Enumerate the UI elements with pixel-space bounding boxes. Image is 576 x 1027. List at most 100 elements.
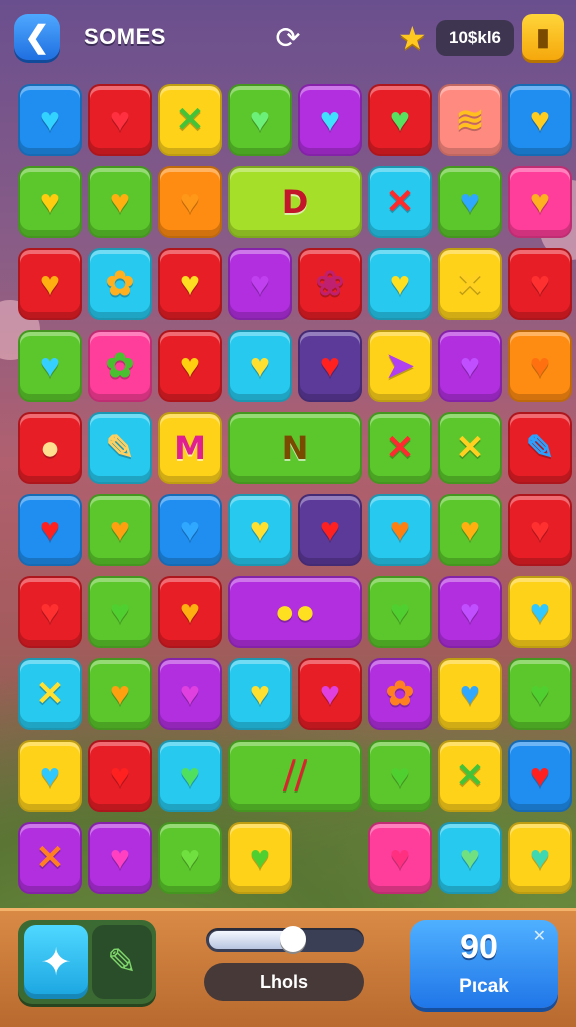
board-tile[interactable]: ♥: [88, 658, 152, 730]
back-button[interactable]: ❮: [14, 14, 60, 60]
board-tile[interactable]: ♥: [368, 248, 432, 320]
board-tile[interactable]: ♥: [158, 330, 222, 402]
board-tile[interactable]: ♥: [228, 822, 292, 894]
board-tile[interactable]: ♥: [18, 166, 82, 238]
board-tile[interactable]: ✿: [88, 330, 152, 402]
levels-button[interactable]: Lhols: [204, 963, 364, 1001]
board-tile[interactable]: ≋: [438, 84, 502, 156]
board-tile[interactable]: ♥: [158, 166, 222, 238]
board-tile[interactable]: ♥: [88, 822, 152, 894]
board-tile[interactable]: ♥: [18, 494, 82, 566]
board-tile[interactable]: ✿: [368, 658, 432, 730]
board-tile[interactable]: ✎: [508, 412, 572, 484]
tile-icon: ♥: [529, 101, 551, 139]
board-tile[interactable]: ♥: [18, 84, 82, 156]
board-tile[interactable]: ✕: [438, 412, 502, 484]
pick-button[interactable]: 90 ✕ Pıcak: [410, 920, 558, 1008]
powerup-pencil[interactable]: ✎: [92, 925, 152, 999]
pick-label: Pıcak: [459, 976, 509, 997]
board-tile[interactable]: ♥: [508, 248, 572, 320]
board-tile[interactable]: ♥: [438, 494, 502, 566]
board-tile[interactable]: ♥: [18, 248, 82, 320]
board-tile[interactable]: ♥: [298, 330, 362, 402]
tile-icon: ♥: [529, 593, 551, 631]
board-tile[interactable]: ♥: [368, 822, 432, 894]
level-slider[interactable]: [206, 926, 364, 952]
board-tile[interactable]: ♥: [158, 494, 222, 566]
board-tile[interactable]: ✕: [368, 166, 432, 238]
slider-knob[interactable]: [279, 926, 306, 952]
board-tile[interactable]: ♥: [508, 658, 572, 730]
board-tile[interactable]: ✿: [88, 248, 152, 320]
board-tile[interactable]: ♥: [228, 658, 292, 730]
board-tile[interactable]: ✕: [18, 822, 82, 894]
board-tile[interactable]: ♥: [88, 84, 152, 156]
board-tile[interactable]: ♥: [228, 248, 292, 320]
board-tile[interactable]: ♥: [228, 84, 292, 156]
board-tile[interactable]: ♥: [438, 166, 502, 238]
board-tile[interactable]: ♥: [88, 494, 152, 566]
board-tile[interactable]: ♥: [158, 822, 222, 894]
board-tile[interactable]: ♥: [88, 740, 152, 812]
board-tile[interactable]: ✕: [438, 248, 502, 320]
tile-icon: ♥: [529, 183, 551, 221]
tile-letter: N: [281, 429, 309, 467]
refresh-icon[interactable]: ⟳: [270, 20, 306, 56]
board-tile[interactable]: ♥: [508, 576, 572, 648]
board-tile[interactable]: ●: [18, 412, 82, 484]
board-tile[interactable]: ♥: [228, 330, 292, 402]
board-tile[interactable]: ♥: [228, 494, 292, 566]
board-tile[interactable]: ♥: [508, 84, 572, 156]
tile-icon: ♥: [389, 511, 411, 549]
board-tile[interactable]: ♥: [368, 84, 432, 156]
board-tile[interactable]: ❀: [298, 248, 362, 320]
board-tile[interactable]: ⧸⧸: [228, 740, 362, 812]
tile-icon: ✕: [385, 429, 415, 467]
board-tile[interactable]: ♥: [368, 576, 432, 648]
board-tile[interactable]: M: [158, 412, 222, 484]
board-tile[interactable]: D: [228, 166, 362, 238]
board-tile[interactable]: ♥: [508, 166, 572, 238]
board-tile[interactable]: ♥: [298, 84, 362, 156]
board-tile[interactable]: ♥: [18, 330, 82, 402]
tile-icon: ♥: [459, 347, 481, 385]
board-tile[interactable]: ♥: [438, 822, 502, 894]
board-tile[interactable]: ♥: [18, 740, 82, 812]
board-tile[interactable]: ✕: [158, 84, 222, 156]
board-tile[interactable]: N: [228, 412, 362, 484]
board-tile[interactable]: ♥: [298, 658, 362, 730]
coin-button[interactable]: ▮: [522, 14, 564, 60]
board-tile[interactable]: ♥: [508, 330, 572, 402]
board-tile[interactable]: ✎: [88, 412, 152, 484]
board-tile[interactable]: ♥: [438, 576, 502, 648]
board-tile[interactable]: ♥: [368, 740, 432, 812]
board-tile[interactable]: ♥: [88, 166, 152, 238]
board-tile[interactable]: ♥: [88, 576, 152, 648]
tile-icon: ✕: [455, 429, 485, 467]
tile-icon: ♥: [109, 839, 131, 877]
board-tile[interactable]: ♥: [158, 740, 222, 812]
board-tile[interactable]: ♥: [158, 576, 222, 648]
board-tile[interactable]: ✕: [368, 412, 432, 484]
board-tile[interactable]: ♥: [368, 494, 432, 566]
board-tile[interactable]: ➤: [368, 330, 432, 402]
board-tile[interactable]: ●●: [228, 576, 362, 648]
board-tile[interactable]: ♥: [18, 576, 82, 648]
board-tile[interactable]: ♥: [508, 822, 572, 894]
board-tile[interactable]: ♥: [508, 740, 572, 812]
board-tile[interactable]: ✕: [18, 658, 82, 730]
tile-icon: ♥: [109, 183, 131, 221]
board-tile[interactable]: ♥: [298, 494, 362, 566]
close-icon[interactable]: ✕: [533, 926, 546, 946]
board-tile[interactable]: ♥: [158, 658, 222, 730]
board-tile[interactable]: ♥: [158, 248, 222, 320]
board-tile[interactable]: ♥: [438, 330, 502, 402]
star-icon: ✦: [40, 941, 72, 984]
board-tile[interactable]: ♥: [438, 658, 502, 730]
powerup-star[interactable]: ✦: [24, 925, 88, 999]
tile-icon: ♥: [459, 675, 481, 713]
board-tile[interactable]: ✕: [438, 740, 502, 812]
board-tile[interactable]: ♥: [508, 494, 572, 566]
tile-icon: ♥: [389, 757, 411, 795]
tile-icon: ♥: [179, 347, 201, 385]
